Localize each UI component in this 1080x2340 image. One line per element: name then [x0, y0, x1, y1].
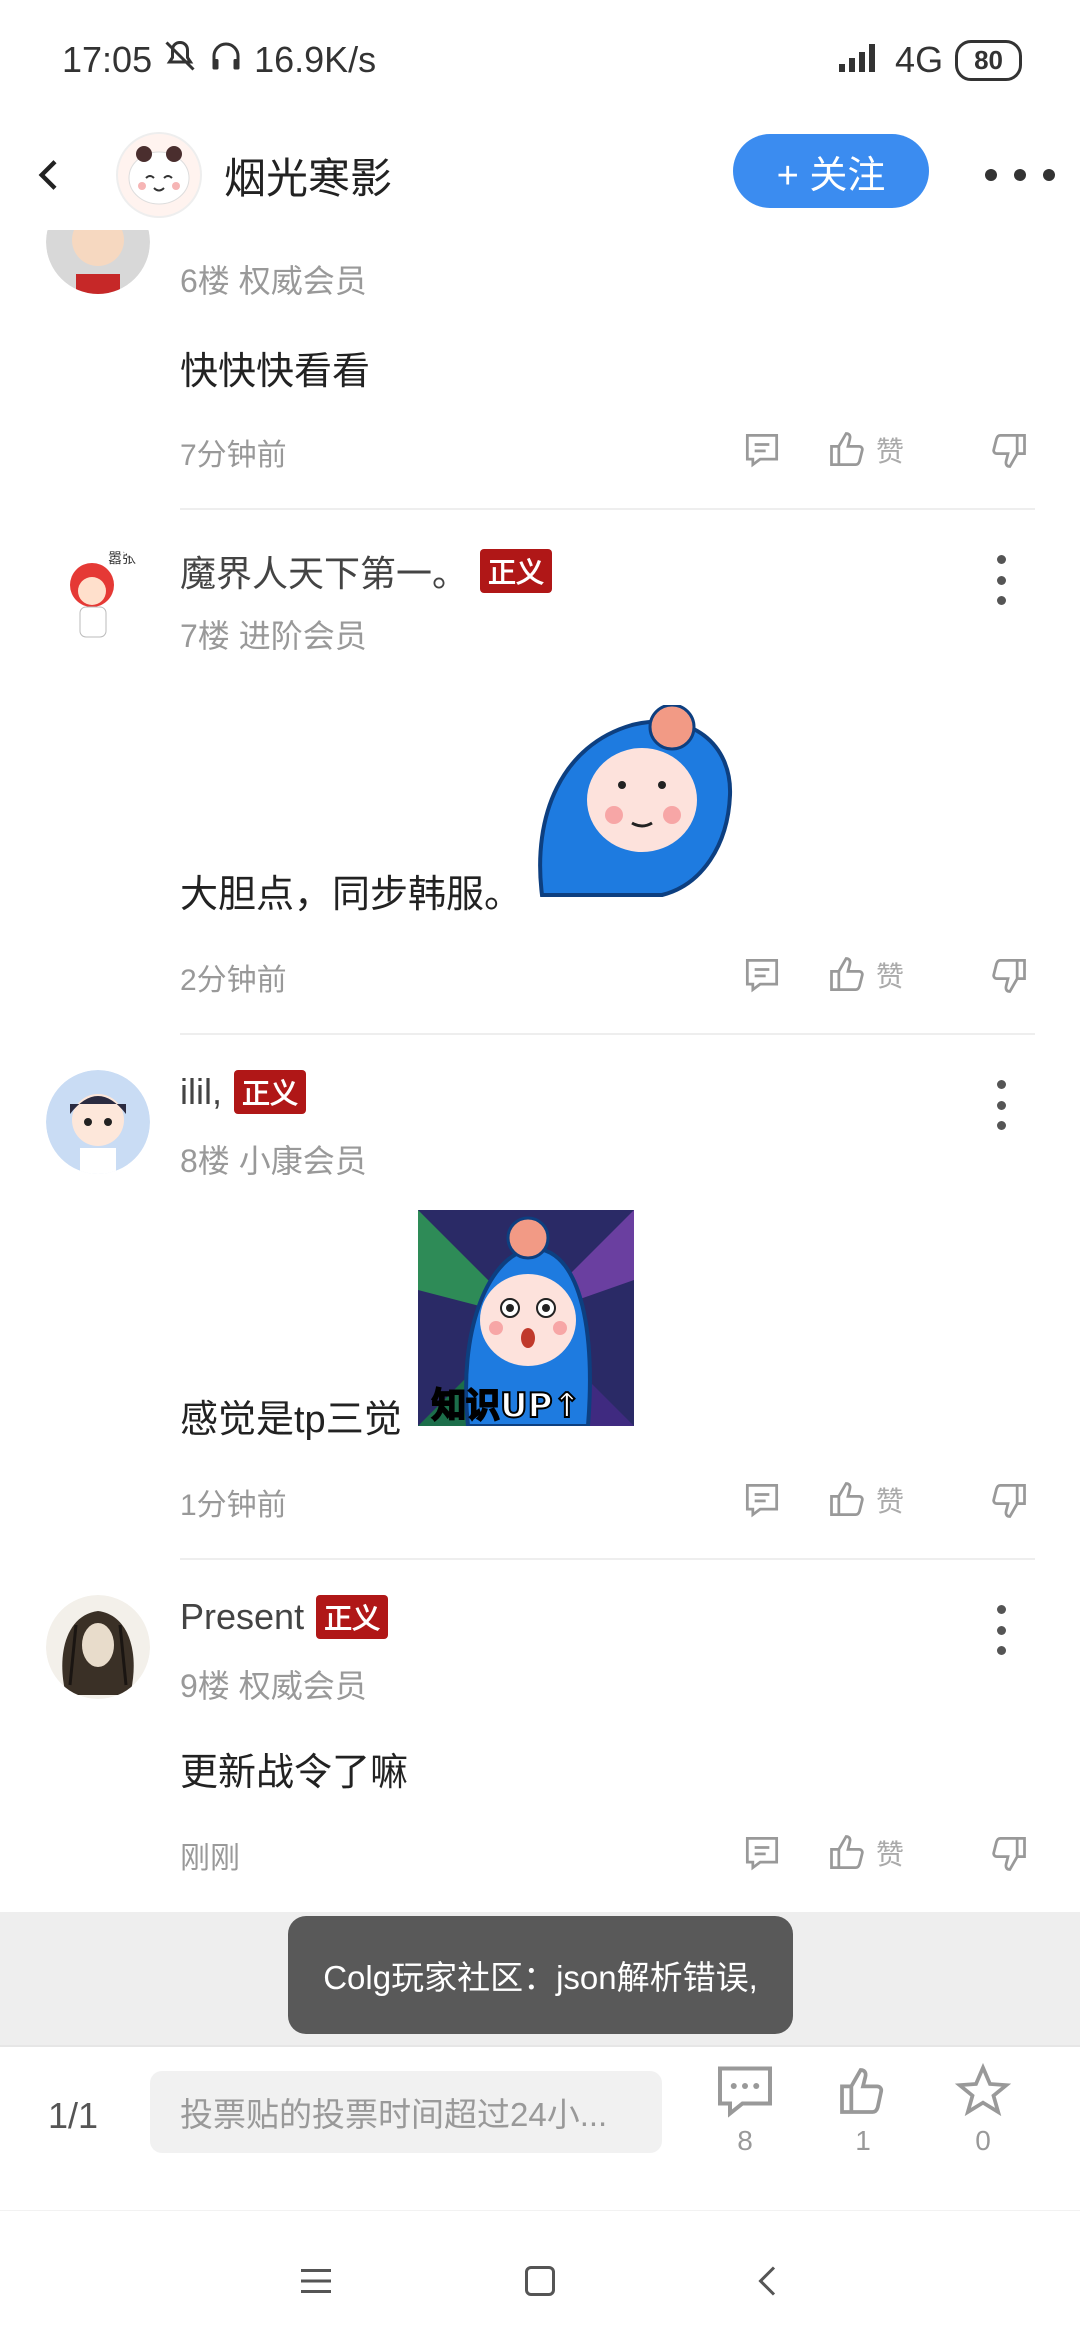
system-nav-bar [0, 2210, 1080, 2340]
divider [180, 508, 1035, 510]
like-button[interactable]: 赞 [826, 953, 904, 997]
comment-username[interactable]: 魔界人天下第一。 正义 [180, 545, 553, 597]
sticker-caption: 知识UP↑ [431, 1385, 582, 1427]
more-options-button[interactable] [985, 150, 1055, 200]
justice-badge: 正义 [316, 1595, 389, 1639]
comment-floor-rank: 7楼 进阶会员 [180, 618, 367, 654]
reply-icon[interactable] [740, 428, 784, 472]
thread-header: 烟光寒影 + 关注 [0, 120, 1080, 230]
back-arrow-icon [38, 160, 57, 190]
justice-badge: 正义 [480, 549, 553, 593]
network-speed: 16.9K/s [254, 39, 377, 80]
comment-time: 2分钟前 [180, 964, 287, 997]
like-button[interactable]: 赞 [826, 428, 904, 472]
comment-more-button[interactable] [994, 1605, 1008, 1655]
home-nav-button[interactable] [510, 2251, 570, 2311]
thumb-up-icon [840, 2068, 884, 2114]
comment-text: 感觉是tp三觉 [180, 1399, 402, 1441]
comment-count: 8 [737, 2125, 753, 2156]
thumb-down-icon [992, 433, 1026, 468]
back-chevron-icon [758, 2266, 776, 2296]
comment-floor-rank: 8楼 小康会员 [180, 1143, 367, 1179]
back-nav-button[interactable] [738, 2251, 798, 2311]
follow-button[interactable]: + 关注 [733, 134, 929, 208]
comment-actions: 赞 [740, 950, 1030, 1000]
star-icon [954, 2063, 1012, 2117]
battery-level: 80 [955, 39, 1022, 81]
reply-icon[interactable] [740, 1478, 784, 1522]
status-bar: 17:05 16.9K/s 4G 80 [0, 0, 1080, 120]
author-name[interactable]: 烟光寒影 [224, 145, 392, 206]
sticker-image[interactable] [522, 703, 738, 905]
thumb-down-icon [992, 958, 1026, 993]
thumb-down-icon [992, 1483, 1026, 1518]
comment-more-button[interactable] [994, 555, 1008, 605]
dislike-button[interactable] [986, 953, 1030, 997]
comments-button[interactable]: 8 [700, 2063, 790, 2157]
back-button[interactable] [0, 120, 100, 230]
username-text: Present [180, 1596, 305, 1637]
network-type: 4G [895, 39, 944, 80]
like-button[interactable]: 赞 [826, 1478, 904, 1522]
thumb-up-icon [830, 1482, 864, 1517]
signal-icon [839, 39, 883, 81]
thumb-down-icon [992, 1836, 1026, 1871]
author-avatar[interactable] [116, 132, 202, 218]
like-button[interactable]: 赞 [826, 1831, 904, 1875]
comment-text: 快快快看看 [180, 351, 371, 393]
toast-message: Colg玩家社区：json解析错误, [288, 1916, 793, 2034]
menu-icon [301, 2269, 331, 2293]
divider [180, 1033, 1035, 1035]
user-avatar[interactable] [46, 1070, 150, 1174]
reply-icon[interactable] [740, 953, 784, 997]
svg-text:嚣张: 嚣张 [108, 551, 136, 567]
thumb-up-icon [830, 432, 864, 467]
comment-floor-rank: 6楼 权威会员 [180, 263, 367, 299]
favorite-button[interactable]: 0 [938, 2063, 1028, 2157]
mute-icon [162, 38, 198, 83]
sticker-image[interactable]: 知识UP↑ [418, 1210, 634, 1428]
comment-floor-rank: 9楼 权威会员 [180, 1668, 367, 1704]
comment-actions: 赞 [740, 1475, 1030, 1525]
headphone-icon [208, 38, 244, 83]
comment-more-button[interactable] [994, 1080, 1008, 1130]
status-time: 17:05 [62, 39, 153, 80]
user-avatar[interactable]: 嚣张 [46, 545, 150, 649]
comment-time: 刚刚 [180, 1842, 240, 1875]
comment-username[interactable]: ilil, 正义 [180, 1070, 307, 1114]
menu-nav-button[interactable] [286, 2251, 346, 2311]
home-square-icon [525, 2266, 555, 2296]
reply-input[interactable]: 投票贴的投票时间超过24小... [150, 2071, 662, 2153]
username-text: 魔界人天下第一。 [180, 553, 469, 594]
user-avatar[interactable] [46, 1595, 150, 1699]
comment-actions: 赞 [740, 425, 1030, 475]
comment-actions: 赞 [740, 1828, 1030, 1878]
comment-bubble-icon [718, 2066, 772, 2118]
dislike-button[interactable] [986, 1831, 1030, 1875]
comment-text: 更新战令了嘛 [180, 1752, 409, 1794]
dislike-button[interactable] [986, 428, 1030, 472]
justice-badge: 正义 [234, 1070, 307, 1114]
like-count: 1 [855, 2125, 871, 2156]
reply-icon[interactable] [740, 1831, 784, 1875]
dislike-button[interactable] [986, 1478, 1030, 1522]
comment-username[interactable]: Present 正义 [180, 1595, 389, 1639]
thumb-up-icon [830, 957, 864, 992]
bottom-action-bar: 1/1 投票贴的投票时间超过24小... 8 1 0 [0, 2045, 1080, 2210]
thumb-up-icon [830, 1835, 864, 1870]
comment-time: 1分钟前 [180, 1489, 287, 1522]
username-text: ilil, [180, 1071, 222, 1112]
divider [180, 1558, 1035, 1560]
star-count: 0 [975, 2125, 991, 2156]
like-post-button[interactable]: 1 [818, 2063, 908, 2157]
comment-text: 大胆点，同步韩服。 [180, 874, 523, 916]
page-indicator[interactable]: 1/1 [48, 2095, 98, 2137]
comment-time: 7分钟前 [180, 439, 287, 472]
